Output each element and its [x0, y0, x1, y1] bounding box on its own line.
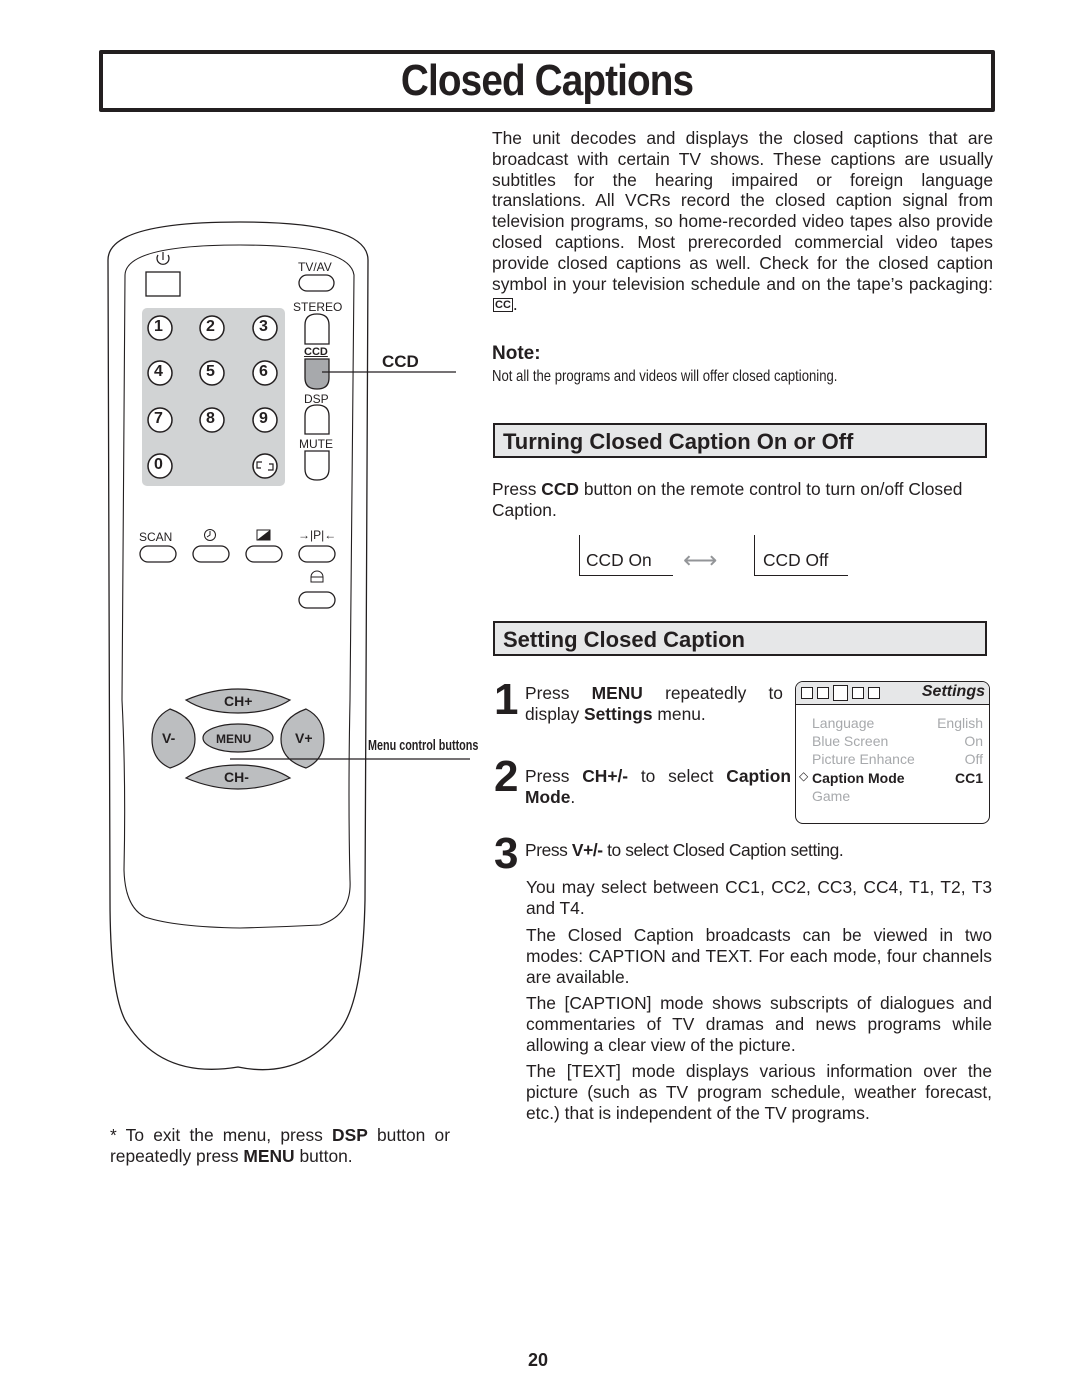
lock-icon	[310, 570, 324, 583]
mute-button[interactable]	[304, 450, 330, 481]
ch-plus-label: CH+	[224, 693, 253, 709]
digit-label: 9	[259, 410, 268, 427]
dsp-label: DSP	[304, 392, 329, 406]
remote-control-illustration	[107, 221, 470, 1071]
menu-callout-label: Menu control buttons	[368, 737, 479, 754]
picture-mode-button[interactable]	[245, 545, 283, 563]
stereo-button[interactable]	[304, 313, 330, 345]
ch-minus-label: CH-	[224, 769, 249, 785]
scan-button[interactable]	[139, 545, 177, 563]
pp-button[interactable]	[298, 545, 336, 563]
scan-label: SCAN	[139, 530, 173, 544]
menu-label: MENU	[216, 732, 252, 746]
digit-label: 6	[259, 363, 268, 380]
digit-label: 0	[154, 456, 163, 473]
tvav-button[interactable]	[298, 274, 335, 292]
digit-label: 7	[154, 410, 163, 427]
digit-label: 3	[259, 318, 268, 335]
digit-label: 1	[154, 318, 163, 335]
v-plus-label: V+	[295, 730, 313, 746]
tvav-label: TV/AV	[298, 260, 332, 274]
sleep-timer-button[interactable]	[192, 545, 230, 563]
digit-label: 8	[206, 410, 215, 427]
ccd-label: CCD	[304, 346, 328, 358]
lock-button[interactable]	[298, 591, 336, 609]
pp-label: →|P|←	[298, 528, 337, 542]
stereo-label: STEREO	[293, 300, 343, 314]
digit-label: 4	[154, 363, 163, 380]
dsp-button[interactable]	[304, 404, 330, 435]
mute-label: MUTE	[299, 437, 333, 451]
digit-label: 2	[206, 318, 215, 335]
v-minus-label: V-	[162, 730, 176, 746]
ccd-button[interactable]	[304, 358, 330, 390]
ccd-callout-label: CCD	[382, 352, 419, 371]
digit-label: 5	[206, 363, 215, 380]
